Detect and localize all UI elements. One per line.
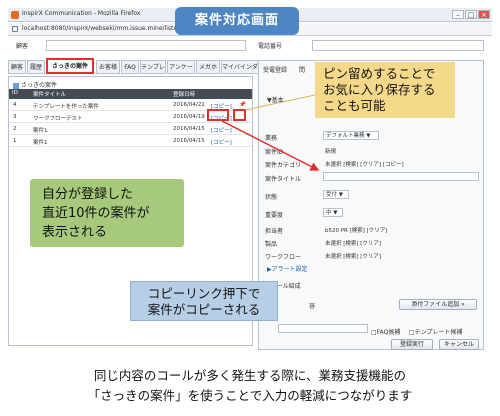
copy-link-highlight	[207, 109, 229, 121]
caption-line: 同じ内容のコールが多く発生する際に、業務支援機能の	[93, 368, 407, 383]
row-id: 3	[13, 114, 17, 120]
field-label-assignee: 担当者	[265, 228, 284, 235]
window-title: InspirX Communication - Mozilla Firefox	[22, 10, 141, 17]
business-select[interactable]: デフォルト業務 ▼	[323, 131, 379, 140]
assignee-value[interactable]: b520 PR [検索] [クリア]	[325, 226, 387, 234]
recent-cases-explanation-callout: 自分が登録した 直近10件の案件が 表示される	[30, 179, 184, 247]
row-title[interactable]: テンプレートを作った案件	[33, 102, 99, 110]
tab-call-register[interactable]: 受電登録	[263, 65, 287, 74]
tab-template[interactable]: テンプレ	[140, 60, 166, 74]
column-header-id: ID	[12, 90, 18, 96]
alert-setting-toggle[interactable]: ▶アラート設定	[267, 264, 308, 273]
callout-line: ピン留めすることで	[323, 66, 436, 81]
tab-inquiry[interactable]: 問	[299, 65, 305, 74]
field-label-case-category: 案件カテゴリ	[265, 162, 302, 169]
field-label-case-id: 案件ID	[265, 149, 284, 156]
callout-line: 表示される	[42, 225, 108, 240]
case-title-input[interactable]	[323, 172, 479, 181]
close-icon[interactable]: ×	[478, 10, 490, 19]
caption-line: 「さっきの案件」を使うことで入力の軽減につながります	[87, 388, 413, 403]
row-date: 2016/04/21	[173, 102, 205, 108]
tab-customer[interactable]: 顧客	[8, 60, 26, 74]
row-title[interactable]: ワークフローテスト	[33, 114, 83, 122]
row-date: 2016/04/19	[173, 114, 205, 120]
priority-select[interactable]: 中 ▼	[323, 208, 343, 217]
list-icon	[13, 82, 19, 89]
panel-title: さっきの案件	[13, 80, 57, 89]
product-value[interactable]: 未選択 [検索] [クリア]	[325, 239, 381, 247]
phone-label: 電話番号	[258, 43, 283, 50]
callout-line: コピーリンク押下で	[147, 286, 261, 301]
tab-history[interactable]: 履歴	[27, 60, 45, 74]
maximize-icon[interactable]: □	[465, 10, 477, 19]
template-candidate-checkbox[interactable]: □テンプレート候補	[409, 327, 463, 336]
callout-line: 直近10件の案件が	[42, 206, 150, 221]
column-header-title: 案件タイトル	[33, 92, 67, 98]
pin-highlight	[233, 109, 246, 121]
tab-megaphone[interactable]: メガホン	[196, 60, 220, 85]
content-label: 容	[309, 303, 316, 310]
workflow-value[interactable]: 未選択 [検索] [クリア]	[325, 252, 381, 260]
table-row[interactable]: 1 案件1 2016/04/15 [コピー]	[9, 136, 252, 147]
copy-link[interactable]: [コピー]	[211, 126, 232, 134]
field-label-product: 製品	[265, 241, 278, 248]
field-label-status: 状態	[265, 194, 278, 201]
callout-line: 自分が登録した	[42, 187, 134, 202]
row-id: 1	[13, 138, 17, 144]
tab-customer-info[interactable]: お客様	[96, 60, 120, 74]
row-title[interactable]: 案件1	[33, 138, 48, 146]
row-id: 4	[13, 102, 17, 108]
pin-explanation-callout: ピン留めすることで お気に入り保存する ことも可能	[315, 62, 455, 118]
field-label-business: 業務	[265, 135, 278, 142]
phone-field[interactable]	[312, 40, 484, 51]
register-button[interactable]: 登録実行	[391, 339, 433, 350]
url-text: localhost:8080/inspirx/webseki/mm.issue.…	[22, 25, 196, 32]
callout-line: 案件がコピーされる	[147, 302, 261, 317]
status-select[interactable]: 受付 ▼	[323, 190, 349, 199]
tab-recent-cases[interactable]: さっきの案件	[46, 58, 94, 74]
customer-header: 顧客 電話番号	[12, 39, 488, 53]
customer-label: 顧客	[16, 43, 29, 50]
attach-file-button[interactable]: 添付ファイル追加 »	[399, 299, 477, 310]
tab-survey[interactable]: アンケート	[167, 60, 195, 85]
callout-line: ことも可能	[323, 98, 386, 113]
pin-icon[interactable]: 📌	[239, 102, 246, 108]
faq-candidate-checkbox[interactable]: □FAQ候補	[371, 327, 400, 336]
table-row[interactable]: 2 案件1 2016/04/15 [コピー]	[9, 124, 252, 135]
field-label-workflow: ワークフロー	[265, 254, 302, 261]
minimize-icon[interactable]: –	[452, 10, 464, 19]
copy-explanation-callout: コピーリンク押下で 案件がコピーされる	[130, 281, 278, 321]
row-date: 2016/04/15	[173, 138, 205, 144]
cancel-button[interactable]: キャンセル	[439, 339, 479, 350]
table-header: ID 案件タイトル 登録日時	[9, 89, 252, 99]
page-icon	[12, 26, 18, 32]
callout-line: お気に入り保存する	[323, 82, 436, 97]
firefox-icon	[11, 11, 19, 19]
column-header-date: 登録日時	[173, 92, 196, 98]
row-id: 2	[13, 126, 17, 132]
content-dropdown[interactable]	[278, 324, 368, 333]
field-label-case-title: 案件タイトル	[265, 176, 302, 183]
case-id-value: 新規	[325, 149, 337, 155]
copy-link[interactable]: [コピー]	[211, 138, 232, 146]
tab-faq[interactable]: FAQ	[121, 60, 139, 74]
screen-title-callout: 案件対応画面	[175, 7, 299, 35]
case-category-value[interactable]: 未選択 [検索] [クリア] [コピー]	[325, 160, 404, 168]
field-label-priority: 重要度	[265, 212, 284, 219]
customer-field[interactable]	[46, 40, 246, 51]
caption: 同じ内容のコールが多く発生する際に、業務支援機能の 「さっきの案件」を使うことで…	[0, 366, 500, 406]
row-date: 2016/04/15	[173, 126, 205, 132]
basic-section-toggle[interactable]: ▼基本	[267, 95, 284, 104]
tab-my-binder[interactable]: マイバインダー	[221, 60, 259, 85]
row-title[interactable]: 案件1	[33, 126, 48, 134]
